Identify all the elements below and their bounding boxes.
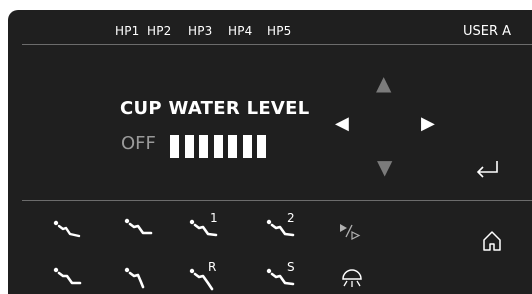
enter-return-icon[interactable] xyxy=(474,160,500,178)
handpiece-tab-hp4[interactable]: HP4 xyxy=(228,24,253,38)
off-label: OFF xyxy=(121,133,156,154)
handpiece-tab-hp2[interactable]: HP2 xyxy=(147,24,172,38)
play-pause-icon[interactable] xyxy=(338,222,364,240)
chair-memory-icon xyxy=(266,219,295,237)
chair-memory-icon xyxy=(189,268,214,291)
arrow-up-icon[interactable]: ▲ xyxy=(376,73,391,93)
top-divider xyxy=(22,44,532,45)
handpiece-tab-hp1[interactable]: HP1 xyxy=(115,24,140,38)
memory-position-2-button[interactable]: 2 xyxy=(265,211,301,242)
memory-label: S xyxy=(287,260,295,274)
handpiece-tab-hp3[interactable]: HP3 xyxy=(188,24,213,38)
arrow-down-icon[interactable]: ▼ xyxy=(377,157,392,177)
chair-memory-icon xyxy=(189,219,218,237)
user-selector[interactable]: USER A xyxy=(463,24,511,39)
level-segment xyxy=(242,135,252,158)
memory-position-1-button[interactable]: 1 xyxy=(188,211,224,242)
chair-memory-icon xyxy=(266,268,295,286)
memory-label: 1 xyxy=(210,211,218,225)
setting-title: CUP WATER LEVEL xyxy=(120,98,310,119)
level-segment xyxy=(228,135,237,158)
memory-label: R xyxy=(208,260,217,274)
operating-light-icon[interactable] xyxy=(340,268,364,290)
arrow-left-icon[interactable]: ◀ xyxy=(335,115,349,133)
chair-position-icon[interactable] xyxy=(52,267,82,289)
home-icon[interactable] xyxy=(482,230,502,252)
chair-position-icon[interactable] xyxy=(52,218,82,240)
rinse-position-button[interactable]: R xyxy=(188,260,224,291)
arrow-right-icon[interactable]: ▶ xyxy=(421,115,435,133)
level-segment xyxy=(170,135,179,158)
chair-position-icon[interactable] xyxy=(123,217,153,239)
handpiece-tab-hp5[interactable]: HP5 xyxy=(267,24,292,38)
level-segment xyxy=(257,135,266,158)
level-segment xyxy=(184,135,194,158)
level-segment xyxy=(213,135,223,158)
control-panel-screen: HP1 HP2 HP3 HP4 HP5 USER A CUP WATER LEV… xyxy=(8,10,532,294)
top-bar: HP1 HP2 HP3 HP4 HP5 USER A xyxy=(8,10,532,44)
level-segment xyxy=(199,135,208,158)
chair-position-icon[interactable] xyxy=(123,267,153,289)
tools-divider xyxy=(22,200,532,201)
start-position-button[interactable]: S xyxy=(265,260,301,291)
memory-label: 2 xyxy=(287,211,295,225)
